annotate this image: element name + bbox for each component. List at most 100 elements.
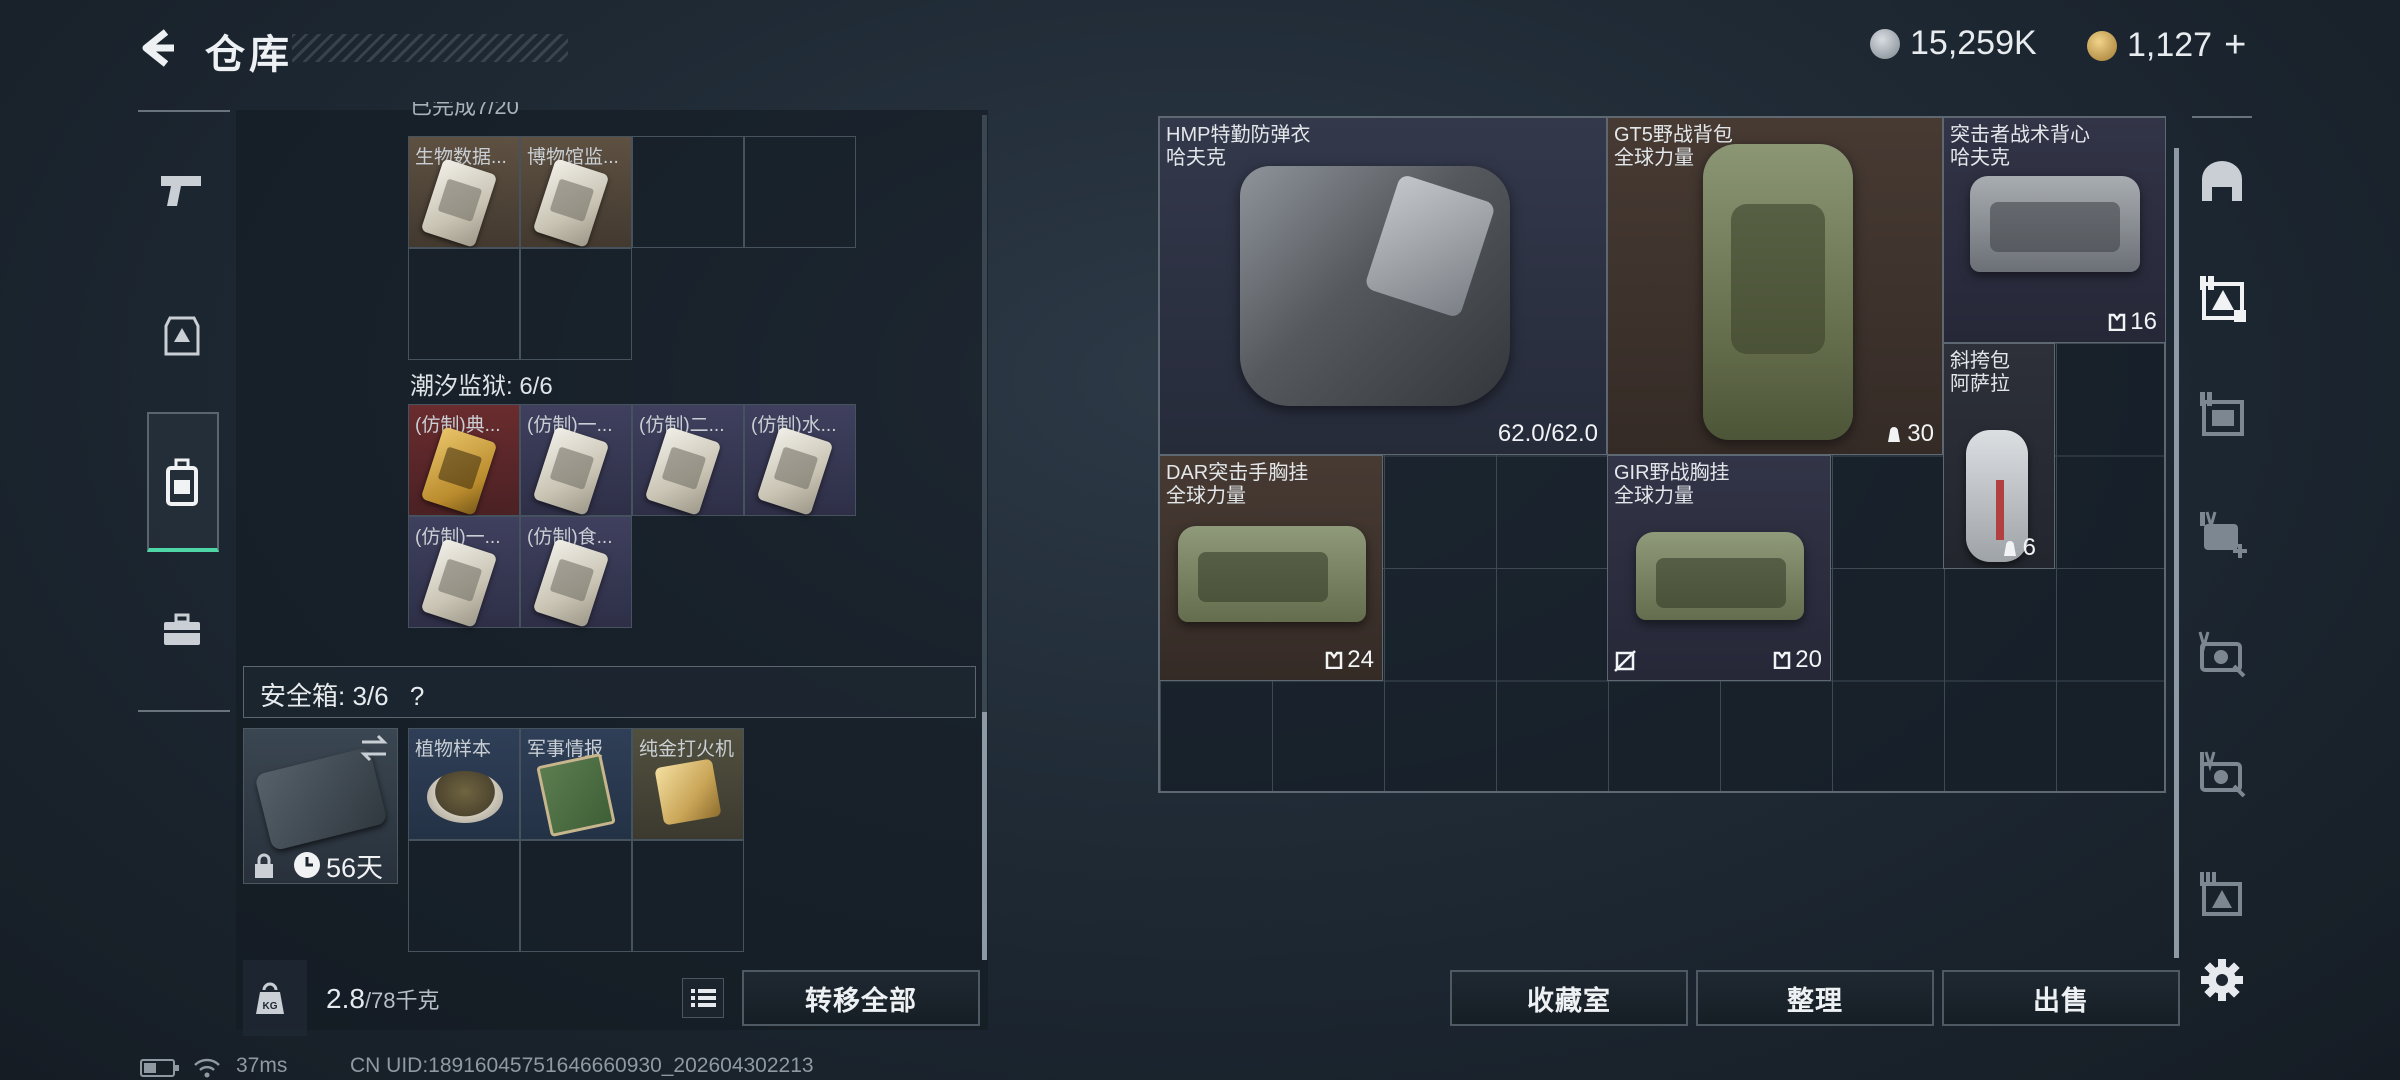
empty-slot[interactable] [632, 136, 744, 248]
tactical-vest-icon [1970, 176, 2140, 272]
gold-amount: 1,127 [2127, 26, 2213, 64]
helmet-icon [2202, 161, 2242, 201]
silver-coin-icon [1870, 28, 1900, 59]
title-stripe-decoration [292, 34, 568, 62]
add-currency-button[interactable]: + [2224, 24, 2246, 67]
tactical-vest-item[interactable]: 突击者战术背心 哈夫克 16 [1943, 117, 2166, 343]
item-cell[interactable]: 生物数据... [408, 136, 520, 248]
tab-tier-iv[interactable] [2192, 744, 2252, 804]
safe-box-label: 安全箱: 3/6 ? [260, 676, 424, 713]
empty-slot[interactable] [632, 840, 744, 952]
item-name: GT5野战背包 全球力量 [1614, 124, 1733, 169]
item-cell[interactable]: (仿制)水... [744, 404, 856, 516]
armor-icon [164, 316, 200, 356]
list-icon [691, 989, 716, 1007]
empty-slot[interactable] [744, 136, 856, 248]
tab-tier-iv-add[interactable] [2192, 504, 2252, 564]
tier-ii-icon [2200, 392, 2244, 436]
item-cell[interactable]: 植物样本 [408, 728, 520, 840]
vest-item[interactable]: HMP特勤防弹衣 哈夫克 62.0/62.0 [1159, 117, 1607, 455]
item-label: 植物样本 [415, 739, 492, 760]
wifi-icon [194, 1058, 220, 1078]
item-cell[interactable]: (仿制)食... [520, 516, 632, 628]
sell-button[interactable]: 出售 [1942, 970, 2180, 1026]
bag-capacity-icon [2003, 541, 2016, 556]
swap-icon[interactable] [358, 734, 390, 762]
item-cell[interactable]: (仿制)典... [408, 404, 520, 516]
tab-helmet[interactable] [2192, 150, 2252, 210]
capacity-count: 24 [1325, 646, 1374, 674]
sidebar-tab-toolbox[interactable] [152, 600, 212, 660]
empty-slot[interactable] [520, 248, 632, 360]
item-cell[interactable]: (仿制)二... [632, 404, 744, 516]
gold-currency[interactable]: 1,127 + [2087, 24, 2246, 67]
backpack-icon [166, 458, 198, 506]
tab-tier-v[interactable] [2192, 624, 2252, 684]
sidebar-tab-backpack[interactable] [152, 452, 212, 512]
settings-button[interactable] [2192, 950, 2252, 1010]
empty-slot[interactable] [408, 248, 520, 360]
no-insurance-icon [1614, 650, 1636, 672]
pistol-icon [161, 176, 201, 206]
sidebar-tab-weapons[interactable] [152, 160, 212, 220]
silver-currency: 15,259K [1870, 24, 2037, 63]
item-label: 纯金打火机 [639, 739, 735, 760]
empty-slot[interactable] [408, 840, 520, 952]
page-title: 仓库 [205, 33, 293, 77]
partial-section-label: 已完成7/20 [410, 102, 519, 119]
intel-chip-icon [536, 752, 616, 838]
capacity-count: 6 [2001, 534, 2036, 562]
durability-value: 62.0/62.0 [1497, 420, 1598, 447]
card-icon [532, 538, 610, 628]
item-cell[interactable]: (仿制)一... [520, 404, 632, 516]
right-sidebar-scroll-thumb[interactable] [2174, 148, 2179, 958]
card-icon [420, 538, 498, 628]
vest-capacity-icon [2109, 313, 2126, 331]
back-arrow-icon[interactable] [136, 26, 180, 70]
weight-readout: 2.8/78千克 [326, 983, 440, 1015]
item-name: GIR野战胸挂 全球力量 [1614, 462, 1730, 507]
gold-lighter-icon [654, 758, 722, 826]
tier-iv-add-icon [2200, 511, 2247, 558]
tab-tier-ii[interactable] [2192, 384, 2252, 444]
transfer-all-button[interactable]: 转移全部 [742, 970, 980, 1026]
lock-icon [255, 853, 273, 878]
tab-tier-iii[interactable] [2192, 864, 2252, 924]
help-icon[interactable]: ? [410, 681, 424, 711]
capacity-count: 20 [1773, 646, 1822, 674]
svg-text:KG: KG [263, 1001, 278, 1012]
sidebar-bottom-divider [138, 710, 230, 712]
gold-coin-icon [2087, 30, 2117, 61]
item-cell[interactable]: 博物馆监... [520, 136, 632, 248]
item-cell[interactable]: (仿制)一... [408, 516, 520, 628]
item-cell[interactable]: 纯金打火机 [632, 728, 744, 840]
item-name: HMP特勤防弹衣 哈夫克 [1166, 124, 1311, 169]
item-name: 突击者战术背心 哈夫克 [1950, 124, 2090, 169]
tier-ii-active-icon [2200, 276, 2246, 322]
gold-card-icon [420, 426, 498, 516]
weight-icon: KG [256, 982, 284, 1014]
sling-bag-item[interactable]: 斜挎包 阿萨拉 6 [1943, 343, 2055, 569]
tier-iii-icon [2200, 872, 2242, 916]
list-view-button[interactable] [682, 978, 724, 1018]
safe-box-count: 安全箱: 3/6 [260, 681, 389, 711]
tide-prison-label: 潮汐监狱: 6/6 [410, 373, 553, 400]
tab-tier-ii-active[interactable] [2192, 268, 2252, 328]
ping-readout: 37ms [236, 1054, 288, 1077]
gear-icon [2201, 959, 2243, 1001]
chest-rig-dar-item[interactable]: DAR突击手胸挂 全球力量 24 [1159, 455, 1383, 681]
weight-total: /78千克 [364, 988, 440, 1013]
item-cell[interactable]: 军事情报 [520, 728, 632, 840]
inventory-scroll-thumb[interactable] [982, 712, 987, 960]
sidebar-tab-armor[interactable] [152, 306, 212, 366]
card-icon [532, 426, 610, 516]
chest-rig-icon [1178, 526, 1366, 622]
sort-button[interactable]: 整理 [1696, 970, 1934, 1026]
empty-slot[interactable] [520, 840, 632, 952]
chest-rig-gir-item[interactable]: GIR野战胸挂 全球力量 20 [1607, 455, 1831, 681]
silver-amount: 15,259K [1910, 24, 2037, 62]
card-icon [532, 158, 610, 248]
collection-room-button[interactable]: 收藏室 [1450, 970, 1688, 1026]
backpack-item[interactable]: GT5野战背包 全球力量 30 [1607, 117, 1943, 455]
item-name: DAR突击手胸挂 全球力量 [1166, 462, 1309, 507]
